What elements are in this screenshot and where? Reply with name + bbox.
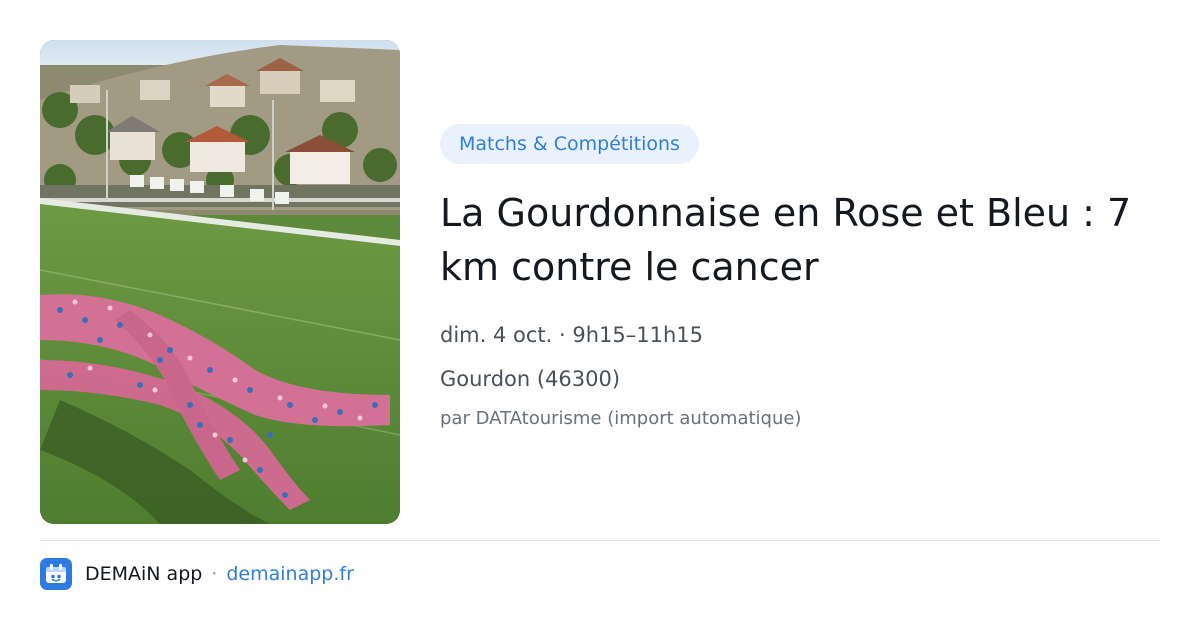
event-meta: dim. 4 oct. · 9h15–11h15 Gourdon (46300)… <box>440 320 1160 432</box>
footer-divider <box>40 540 1160 541</box>
category-badge[interactable]: Matchs & Compétitions <box>440 124 699 164</box>
app-name: DEMAiN app <box>85 563 203 585</box>
event-title[interactable]: La Gourdonnaise en Rose et Bleu : 7 km c… <box>440 186 1160 294</box>
app-website-link[interactable]: demainapp.fr <box>226 563 354 585</box>
event-location: Gourdon (46300) <box>440 367 621 391</box>
event-datetime: dim. 4 oct. · 9h15–11h15 <box>440 323 703 347</box>
footer-separator: · <box>211 563 218 585</box>
event-info: Matchs & Compétitions La Gourdonnaise en… <box>440 124 1160 432</box>
demain-app-logo-icon[interactable] <box>40 558 72 590</box>
event-source: par DATAtourisme (import automatique) <box>440 408 802 429</box>
share-card: Matchs & Compétitions La Gourdonnaise en… <box>0 0 1200 630</box>
footer: DEMAiN app · demainapp.fr <box>40 558 354 590</box>
event-photo[interactable] <box>40 40 400 524</box>
